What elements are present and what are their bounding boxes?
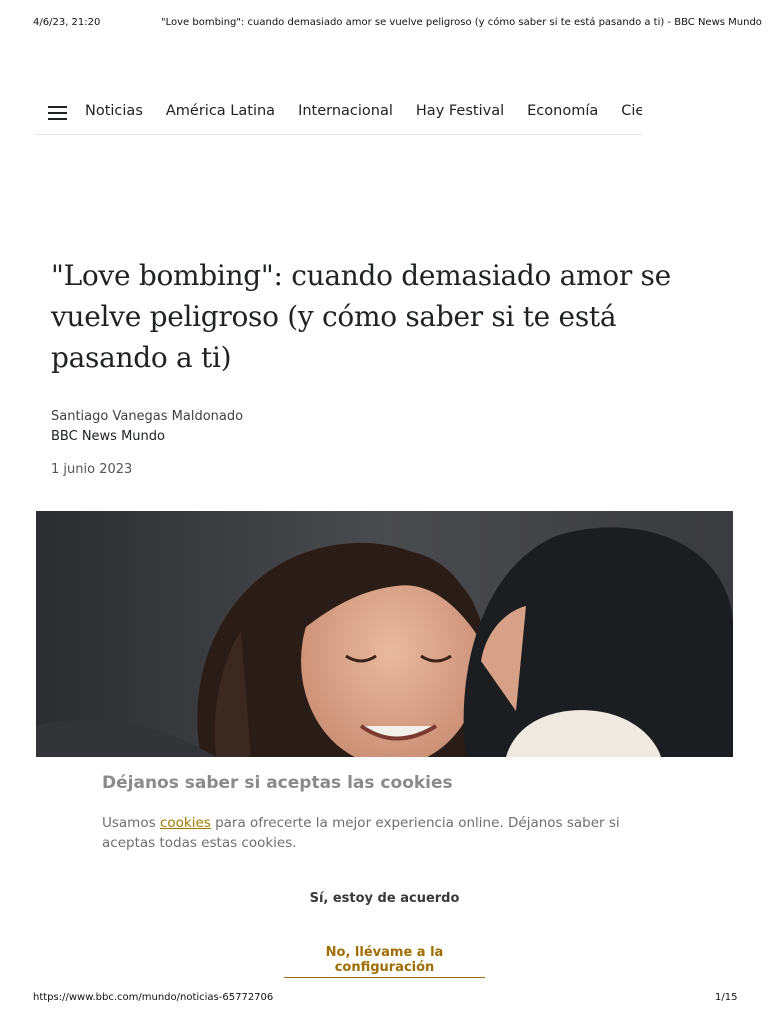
cookies-link[interactable]: cookies (160, 815, 211, 831)
article-outlet: BBC News Mundo (51, 429, 165, 444)
cookie-text-prefix: Usamos (102, 815, 160, 831)
nav-items: Noticias América Latina Internacional Hay F… (85, 103, 642, 119)
article-date: 1 junio 2023 (51, 462, 133, 477)
accept-cookies-button[interactable]: Sí, estoy de acuerdo (36, 891, 733, 906)
nav-item-america-latina[interactable]: América Latina (166, 103, 275, 119)
print-page-title: "Love bombing": cuando demasiado amor se… (161, 17, 762, 28)
nav-item-noticias[interactable]: Noticias (85, 103, 143, 119)
cookie-settings-button[interactable]: No, llévame a la configuración (284, 945, 485, 978)
print-url: https://www.bbc.com/mundo/noticias-65772… (33, 992, 274, 1003)
print-page-number: 1/15 (715, 992, 738, 1003)
article-headline: "Love bombing": cuando demasiado amor se… (51, 259, 671, 374)
main-navigation: Noticias América Latina Internacional Hay F… (36, 92, 642, 135)
nav-item-ciencia[interactable]: Cie (621, 103, 642, 119)
nav-item-economia[interactable]: Economía (527, 103, 598, 119)
nav-item-internacional[interactable]: Internacional (298, 103, 393, 119)
cookie-banner-title: Déjanos saber si aceptas las cookies (102, 773, 453, 793)
hero-image (36, 511, 733, 757)
print-datetime: 4/6/23, 21:20 (33, 17, 101, 28)
hamburger-menu-icon[interactable] (48, 106, 67, 120)
cookie-banner-text: Usamos cookies para ofrecerte la mejor e… (102, 813, 642, 853)
nav-item-hay-festival[interactable]: Hay Festival (416, 103, 504, 119)
cookie-banner: Déjanos saber si aceptas las cookies Usa… (36, 757, 733, 987)
article-author: Santiago Vanegas Maldonado (51, 409, 244, 424)
